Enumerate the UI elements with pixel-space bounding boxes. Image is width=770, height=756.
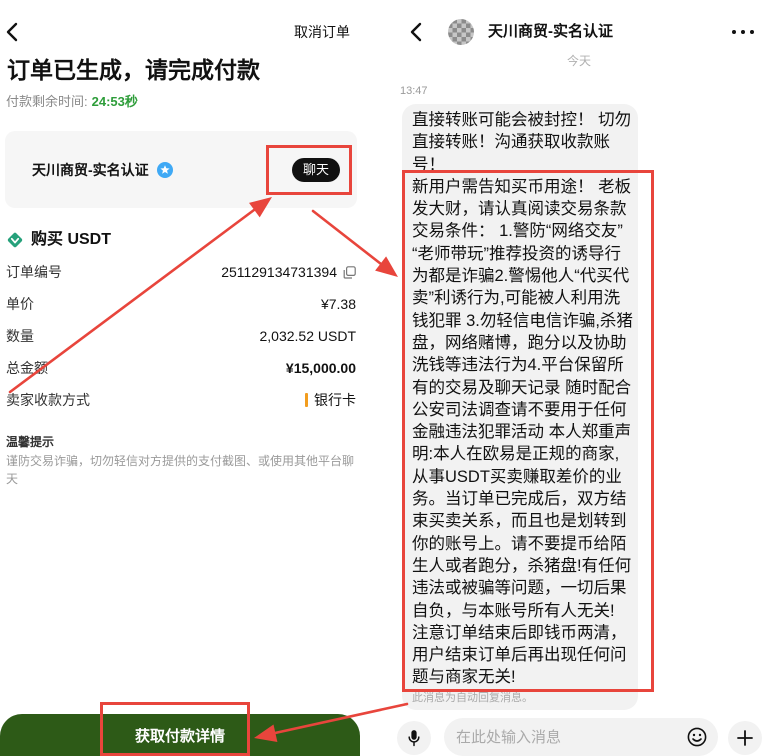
copy-icon[interactable] — [343, 265, 356, 279]
payment-method: 银行卡 — [305, 390, 356, 410]
message-line: 束买卖关系，而且也是划转到 — [412, 512, 627, 531]
message-bubble: 直接转账可能会被封控！ 切勿 直接转账！沟通获取收款账 号！ 新用户需告知买币用途！ … — [402, 104, 638, 710]
message-line: 明:本人在欧易是正规的商家, — [412, 445, 620, 464]
avatar[interactable] — [448, 19, 474, 45]
date-divider: 今天 — [566, 54, 591, 68]
message-line: 注意订单结束后即钱币两清， — [412, 623, 627, 642]
payment-method-value: 银行卡 — [314, 392, 356, 408]
message-line: 金融违法犯罪活动 本人郑重声 — [412, 423, 632, 442]
message-line: 务。当订单已完成后，双方结 — [412, 490, 627, 509]
message-line: 直接转账！沟通获取收款账 — [412, 133, 610, 152]
message-line: 为都是诈骗2.警惕他人“代买代 — [412, 267, 630, 286]
message-lines: 直接转账可能会被封控！ 切勿 直接转账！沟通获取收款账 号！ 新用户需告知买币用途！ … — [412, 109, 633, 689]
message-input-field — [444, 718, 718, 756]
order-number: 251129134731394 — [221, 264, 337, 280]
message-line: 题与商家无关! — [412, 668, 516, 687]
message-line: 钱犯罪 3.勿轻信电信诈骗,杀猪 — [412, 311, 633, 330]
message-line: 号！ — [412, 155, 445, 174]
message-line: 你的账号上。请不要提币给陌 — [412, 534, 627, 553]
order-details: 订单编号 251129134731394 单价 ¥7.38 数量 2,032.5… — [6, 256, 356, 416]
order-number-row: 订单编号 251129134731394 — [6, 256, 356, 288]
payment-method-row: 卖家收款方式 银行卡 — [6, 384, 356, 416]
row-label: 单价 — [6, 296, 34, 312]
emoji-icon[interactable] — [687, 727, 707, 747]
asset-title: 购买 USDT — [31, 231, 112, 248]
message-time: 13:47 — [400, 85, 428, 97]
merchant-name: 天川商贸-实名认证 — [32, 162, 149, 178]
message-line: 直接转账可能会被封控！ 切勿 — [412, 111, 632, 129]
contact-name: 天川商贸-实名认证 — [488, 23, 613, 40]
back-icon[interactable] — [6, 22, 22, 42]
more-options-icon[interactable] — [732, 22, 754, 42]
order-number-value: 251129134731394 — [221, 264, 356, 280]
countdown-label: 付款剩余时间: — [6, 94, 88, 109]
message-line: 盘，网络赌博，跑分以及协助 — [412, 333, 627, 352]
payment-method-marker — [305, 393, 308, 407]
chat-screen: 天川商贸-实名认证 今天 13:47 直接转账可能会被封控！ 切勿 直接转账！沟通… — [388, 0, 770, 756]
row-label: 数量 — [6, 328, 34, 344]
quantity-value: 2,032.52 USDT — [259, 328, 357, 344]
plus-icon[interactable] — [728, 721, 762, 755]
tips-text: 谨防交易诈骗，切勿轻信对方提供的支付截图、或使用其他平台聊天 — [6, 454, 355, 486]
tips-title: 温馨提示 — [6, 435, 55, 449]
quantity-row: 数量 2,032.52 USDT — [6, 320, 356, 352]
row-label: 卖家收款方式 — [6, 392, 90, 408]
message-line: 公安司法调查请不要用于任何 — [412, 400, 627, 419]
merchant-card: 天川商贸-实名认证 聊天 — [5, 131, 357, 208]
message-line: 发大财，请认真阅读交易条款 — [412, 200, 627, 219]
back-icon[interactable] — [410, 22, 426, 42]
order-payment-screen: 取消订单 订单已生成，请完成付款 付款剩余时间: 24:53秒 天川商贸-实名认证… — [0, 0, 362, 756]
verified-badge-icon — [157, 162, 173, 178]
message-line: 交易条件： 1.警防“网络交友” — [412, 222, 623, 241]
message-line: 生人或者跑分，杀猪盘!有任何 — [412, 556, 632, 575]
message-line: 洗钱等违法行为4.平台保留所 — [412, 356, 624, 375]
countdown-value: 24:53秒 — [91, 94, 138, 109]
cancel-order-button[interactable]: 取消订单 — [294, 23, 350, 41]
message-line: 从事USDT买卖赚取差价的业 — [412, 467, 622, 486]
message-line: 有的交易及聊天记录 随时配合 — [412, 378, 632, 397]
microphone-icon[interactable] — [397, 721, 431, 755]
payment-countdown: 付款剩余时间: 24:53秒 — [6, 93, 138, 110]
message-input[interactable] — [456, 718, 678, 756]
unit-price-value: ¥7.38 — [320, 296, 356, 312]
message-line: 违法或被骗等问题，一切后果 — [412, 579, 627, 598]
total-amount-value: ¥15,000.00 — [285, 360, 356, 376]
auto-reply-note: 此消息为自动回复消息。 — [412, 691, 533, 704]
get-payment-details-button[interactable]: 获取付款详情 — [0, 714, 360, 756]
message-line: “老师带玩”推荐投资的诱导行 — [412, 244, 621, 263]
unit-price-row: 单价 ¥7.38 — [6, 288, 356, 320]
message-line: 新用户需告知买币用途！ 老板 — [412, 177, 632, 196]
page-title: 订单已生成，请完成付款 — [7, 57, 260, 83]
row-label: 总金额 — [6, 360, 48, 376]
message-line: 卖”利诱行为,可能被人利用洗 — [412, 289, 621, 308]
message-line: 自负，与本账号所有人无关! — [412, 601, 615, 620]
total-amount-row: 总金额 ¥15,000.00 — [6, 352, 356, 384]
chat-button[interactable]: 聊天 — [292, 158, 340, 182]
usdt-icon — [7, 232, 23, 248]
row-label: 订单编号 — [6, 264, 62, 280]
message-line: 用户结束订单后再出现任何问 — [412, 646, 627, 665]
